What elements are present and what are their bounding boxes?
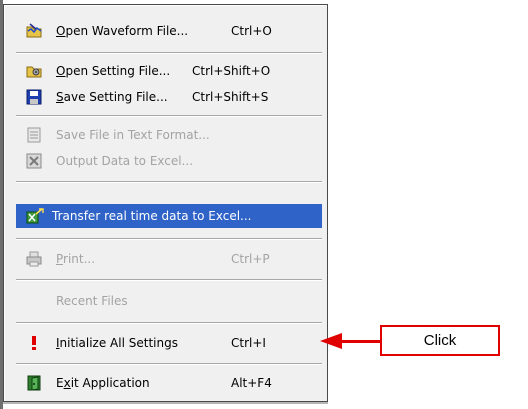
menu-item-label: Open Setting File... (56, 64, 171, 78)
menu-item-label: Save File in Text Format... (56, 128, 210, 142)
save-disk-icon (26, 89, 42, 105)
menu-item-label: Save Setting File... (56, 90, 168, 104)
menu-bottom-edge (3, 402, 328, 404)
menu-item-accel: Alt+F4 (231, 376, 272, 390)
menu-separator (16, 52, 322, 54)
menu-item-label: Open Waveform File... (56, 24, 189, 38)
printer-icon (26, 251, 42, 267)
menu-item-open-waveform[interactable]: Open Waveform File... Ctrl+O (16, 19, 322, 43)
menu-item-accel: Ctrl+Shift+O (192, 64, 271, 78)
menu-item-label: Exit Application (56, 376, 150, 390)
exit-door-icon (26, 375, 42, 391)
exclamation-icon (26, 335, 42, 351)
menu-item-save-text[interactable]: Save File in Text Format... (16, 123, 322, 147)
menu-item-label: Output Data to Excel... (56, 154, 194, 168)
menu-item-exit[interactable]: Exit Application Alt+F4 (16, 371, 322, 395)
open-setting-icon (26, 63, 42, 79)
menu-item-label: Print... (56, 252, 96, 266)
menu-separator (16, 115, 322, 117)
menu-item-accel: Ctrl+Shift+S (192, 90, 269, 104)
menu-item-print[interactable]: Print... Ctrl+P (16, 247, 322, 271)
menu-item-accel: Ctrl+I (231, 336, 266, 350)
menu-separator (16, 363, 322, 365)
menu-separator (16, 238, 322, 240)
click-callout: Click (380, 325, 500, 356)
menu-item-save-setting[interactable]: Save Setting File... Ctrl+Shift+S (16, 85, 322, 109)
excel-output-icon (26, 153, 42, 169)
menu-item-recent-files[interactable]: Recent Files (16, 289, 322, 313)
text-file-icon (26, 127, 42, 143)
file-menu: Open Waveform File... Ctrl+O Open Settin… (3, 4, 328, 402)
excel-transfer-icon (26, 208, 44, 224)
menu-item-output-excel[interactable]: Output Data to Excel... (16, 149, 322, 173)
menu-separator (16, 322, 322, 324)
menu-item-initialize[interactable]: Initialize All Settings Ctrl+I (16, 331, 322, 355)
open-waveform-icon (26, 23, 42, 39)
menu-item-accel: Ctrl+P (231, 252, 270, 266)
menu-item-label: Initialize All Settings (56, 336, 178, 350)
menu-item-label: Recent Files (56, 294, 128, 308)
callout-arrow-icon (320, 333, 342, 349)
callout-arrow-line (340, 340, 380, 343)
menu-separator (16, 181, 322, 183)
menu-item-accel: Ctrl+O (231, 24, 272, 38)
menu-item-open-setting[interactable]: Open Setting File... Ctrl+Shift+O (16, 59, 322, 83)
menu-item-transfer-realtime[interactable]: Transfer real time data to Excel... (16, 204, 322, 228)
menu-item-label: Transfer real time data to Excel... (52, 209, 252, 223)
menu-separator (16, 279, 322, 281)
